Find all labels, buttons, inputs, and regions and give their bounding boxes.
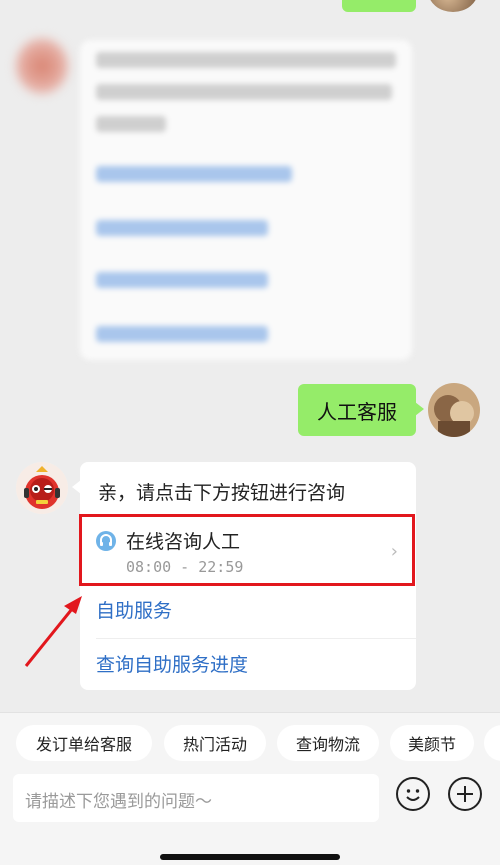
bot-message-text: 亲，请点击下方按钮进行咨询 — [98, 482, 346, 504]
quick-action-beauty-festival[interactable]: 美颜节 — [390, 725, 474, 761]
quick-action-more[interactable] — [484, 725, 500, 761]
emoji-icon[interactable] — [396, 777, 430, 811]
message-input[interactable]: 请描述下您遇到的问题～ — [13, 774, 379, 822]
plus-icon[interactable] — [448, 777, 482, 811]
bot-avatar-blurred — [16, 38, 68, 94]
self-service-progress-link[interactable]: 查询自助服务进度 — [96, 650, 248, 677]
quick-action-track-shipping[interactable]: 查询物流 — [277, 725, 379, 761]
message-input-placeholder: 请描述下您遇到的问题～ — [25, 792, 212, 812]
headset-icon — [96, 531, 116, 551]
user-avatar[interactable] — [428, 383, 480, 437]
quick-action-hot-events[interactable]: 热门活动 — [164, 725, 266, 761]
quick-action-label: 美颜节 — [407, 735, 456, 754]
bottom-input-area: 发订单给客服 热门活动 查询物流 美颜节 请描述下您遇到的问题～ — [0, 712, 500, 865]
annotation-arrow-icon — [24, 596, 82, 667]
user-message-bubble: 人工客服 — [298, 384, 424, 436]
bot-message-card: 亲，请点击下方按钮进行咨询 在线咨询人工 08:00 - 22:59 › 自助服… — [72, 462, 416, 690]
quick-action-send-order[interactable]: 发订单给客服 — [16, 725, 152, 761]
quick-action-label: 查询物流 — [295, 735, 360, 754]
bot-avatar — [16, 462, 68, 514]
quick-action-label: 发订单给客服 — [35, 735, 132, 754]
self-service-link[interactable]: 自助服务 — [96, 596, 172, 623]
user-avatar-top[interactable] — [428, 0, 478, 12]
home-indicator — [160, 854, 340, 860]
blurred-bot-message — [80, 40, 412, 360]
quick-action-label: 热门活动 — [182, 735, 247, 754]
previous-user-bubble — [342, 0, 416, 12]
online-consult-hours: 08:00 - 22:59 — [126, 558, 244, 576]
online-consult-button[interactable]: 在线咨询人工 08:00 - 22:59 › — [79, 514, 415, 586]
divider — [96, 638, 416, 639]
user-message-text: 人工客服 — [317, 399, 397, 424]
chevron-right-icon: › — [390, 541, 398, 562]
online-consult-title: 在线咨询人工 — [126, 531, 241, 553]
